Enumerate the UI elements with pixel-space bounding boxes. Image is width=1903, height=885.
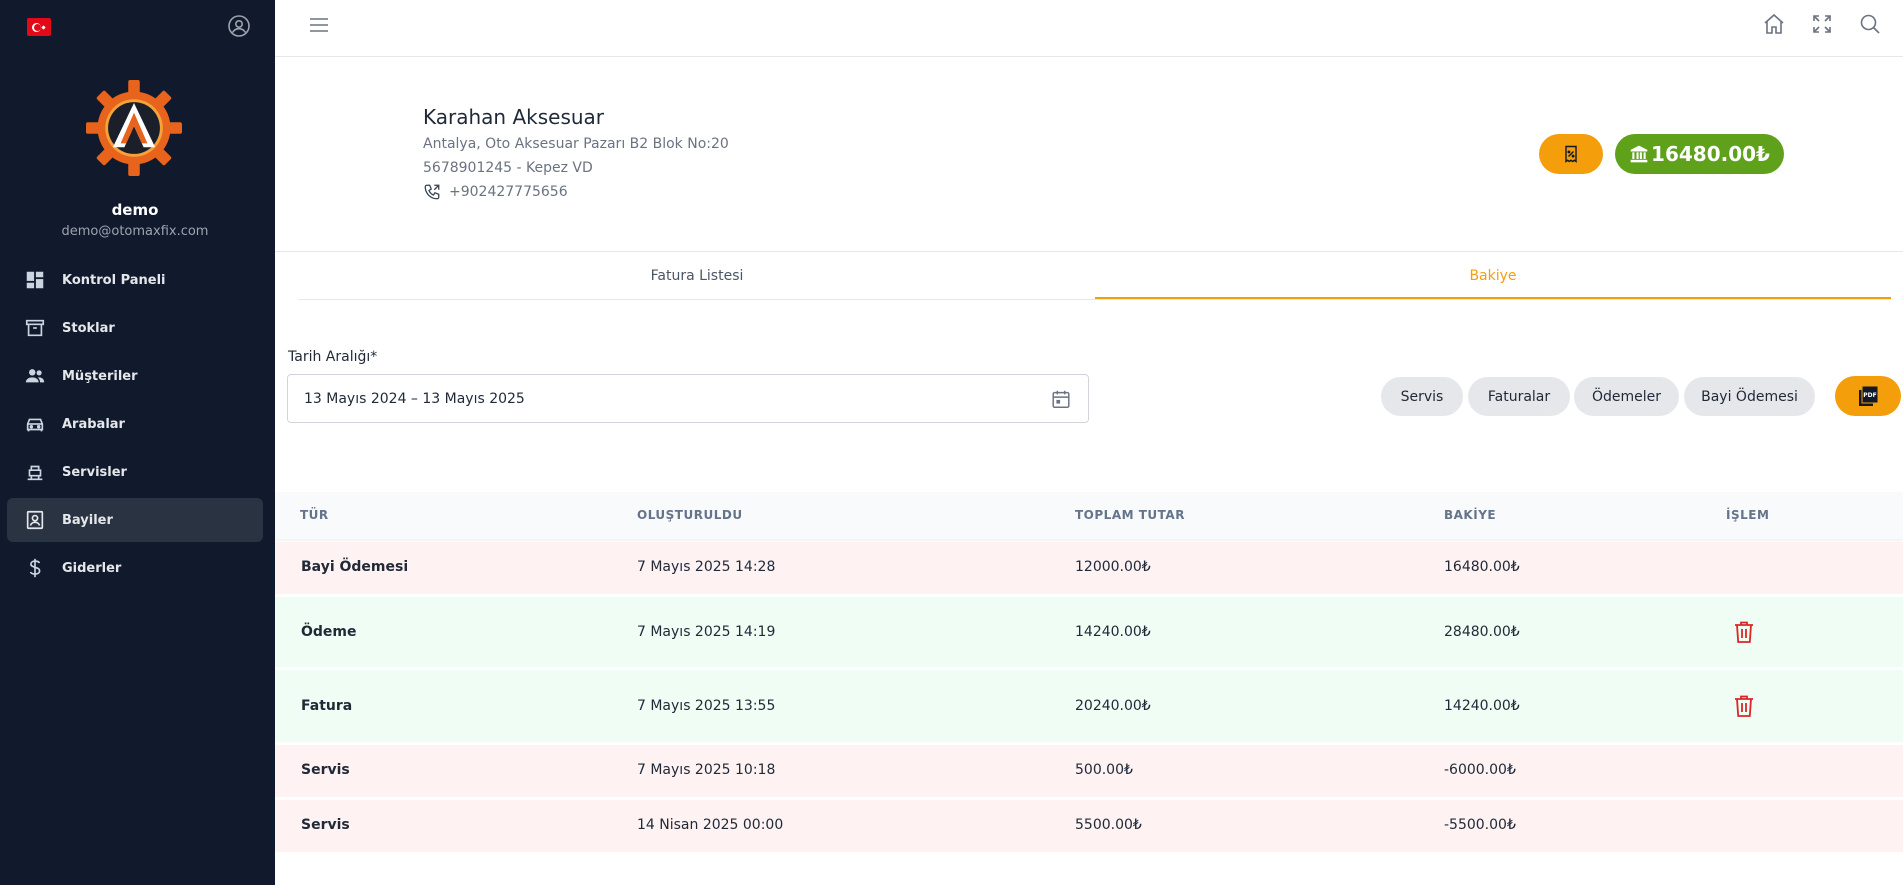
column-header-action: İŞLEM bbox=[1726, 508, 1770, 522]
sidebar-item-label: Stoklar bbox=[62, 320, 115, 336]
filter-chip-invoices[interactable]: Faturalar bbox=[1468, 377, 1570, 416]
row-balance: 16480.00₺ bbox=[1444, 559, 1520, 575]
table-row: Servis 7 Mayıs 2025 10:18 500.00₺ -6000.… bbox=[275, 745, 1903, 797]
top-bar bbox=[275, 0, 1903, 57]
pdf-export-button[interactable]: PDF bbox=[1835, 376, 1901, 416]
sidebar-item-dashboard[interactable]: Kontrol Paneli bbox=[7, 258, 263, 302]
receipt-button[interactable] bbox=[1539, 134, 1603, 174]
sidebar-item-expenses[interactable]: Giderler bbox=[7, 546, 263, 590]
dealer-header: Karahan Aksesuar Antalya, Oto Aksesuar P… bbox=[275, 57, 1903, 252]
row-created: 14 Nisan 2025 00:00 bbox=[637, 817, 784, 833]
table-header: TÜR OLUŞTURULDU TOPLAM TUTAR BAKİYE İŞLE… bbox=[275, 492, 1903, 539]
row-total: 5500.00₺ bbox=[1075, 817, 1142, 833]
service-icon bbox=[24, 461, 46, 483]
fullscreen-icon[interactable] bbox=[1810, 12, 1834, 36]
sidebar-item-customers[interactable]: Müşteriler bbox=[7, 354, 263, 398]
sidebar: demo demo@otomaxfix.com Kontrol Paneli S… bbox=[0, 0, 275, 885]
filter-chip-service[interactable]: Servis bbox=[1381, 377, 1463, 416]
svg-text:PDF: PDF bbox=[1863, 392, 1876, 399]
home-icon[interactable] bbox=[1762, 12, 1786, 36]
dealer-address: Antalya, Oto Aksesuar Pazarı B2 Blok No:… bbox=[423, 136, 729, 152]
row-total: 12000.00₺ bbox=[1075, 559, 1151, 575]
tab-balance[interactable]: Bakiye bbox=[1095, 258, 1891, 299]
car-icon bbox=[24, 413, 46, 435]
column-header-type: TÜR bbox=[300, 508, 329, 522]
table-row: Fatura 7 Mayıs 2025 13:55 20240.00₺ 1424… bbox=[275, 670, 1903, 742]
row-type: Servis bbox=[301, 817, 350, 833]
row-created: 7 Mayıs 2025 14:28 bbox=[637, 559, 776, 575]
phone-icon bbox=[424, 184, 440, 200]
contact-card-icon bbox=[24, 509, 46, 531]
row-balance: -5500.00₺ bbox=[1444, 817, 1516, 833]
row-created: 7 Mayıs 2025 13:55 bbox=[637, 698, 776, 714]
sidebar-item-label: Bayiler bbox=[62, 512, 113, 528]
sidebar-nav: Kontrol Paneli Stoklar Müşteriler Arabal… bbox=[7, 258, 263, 594]
archive-icon bbox=[24, 317, 46, 339]
dollar-icon bbox=[24, 557, 46, 579]
column-header-total: TOPLAM TUTAR bbox=[1075, 508, 1185, 522]
dealer-phone: +902427775656 bbox=[423, 183, 568, 201]
sidebar-item-label: Giderler bbox=[62, 560, 122, 576]
user-name: demo bbox=[111, 201, 159, 219]
delete-icon[interactable] bbox=[1733, 620, 1755, 644]
calendar-icon[interactable] bbox=[1050, 388, 1072, 410]
date-range-label: Tarih Aralığı* bbox=[288, 349, 378, 365]
user-account-icon[interactable] bbox=[227, 14, 251, 38]
dealer-phone-number: +902427775656 bbox=[449, 184, 568, 200]
tab-invoice-list[interactable]: Fatura Listesi bbox=[299, 258, 1095, 299]
date-range-input[interactable]: 13 Mayıs 2024 – 13 Mayıs 2025 bbox=[287, 374, 1089, 423]
date-range-value: 13 Mayıs 2024 – 13 Mayıs 2025 bbox=[304, 390, 525, 407]
table-row: Servis 14 Nisan 2025 00:00 5500.00₺ -550… bbox=[275, 800, 1903, 852]
sidebar-item-label: Arabalar bbox=[62, 416, 125, 432]
column-header-created: OLUŞTURULDU bbox=[637, 508, 743, 522]
app-logo bbox=[86, 80, 182, 176]
balance-amount: 16480.00₺ bbox=[1651, 142, 1770, 166]
dashboard-icon bbox=[24, 269, 46, 291]
table-row: Bayi Ödemesi 7 Mayıs 2025 14:28 12000.00… bbox=[275, 542, 1903, 594]
balance-button[interactable]: 16480.00₺ bbox=[1615, 134, 1784, 174]
row-type: Bayi Ödemesi bbox=[301, 559, 409, 575]
sidebar-item-dealers[interactable]: Bayiler bbox=[7, 498, 263, 542]
row-created: 7 Mayıs 2025 14:19 bbox=[637, 624, 776, 640]
sidebar-item-label: Kontrol Paneli bbox=[62, 272, 166, 288]
crescent-shape bbox=[31, 22, 41, 32]
filter-chip-payments[interactable]: Ödemeler bbox=[1574, 377, 1679, 416]
row-type: Servis bbox=[301, 762, 350, 778]
receipt-icon bbox=[1565, 145, 1577, 163]
dealer-tax-info: 5678901245 - Kepez VD bbox=[423, 160, 593, 176]
row-type: Ödeme bbox=[301, 624, 357, 640]
row-balance: 28480.00₺ bbox=[1444, 624, 1520, 640]
row-total: 14240.00₺ bbox=[1075, 624, 1151, 640]
user-email: demo@otomaxfix.com bbox=[61, 224, 209, 239]
row-total: 20240.00₺ bbox=[1075, 698, 1151, 714]
tab-bar: Fatura Listesi Bakiye bbox=[299, 258, 1891, 300]
sidebar-item-services[interactable]: Servisler bbox=[7, 450, 263, 494]
sidebar-item-label: Müşteriler bbox=[62, 368, 138, 384]
sidebar-item-cars[interactable]: Arabalar bbox=[7, 402, 263, 446]
row-created: 7 Mayıs 2025 10:18 bbox=[637, 762, 776, 778]
users-icon bbox=[24, 365, 46, 387]
sidebar-item-label: Servisler bbox=[62, 464, 127, 480]
row-type: Fatura bbox=[301, 698, 353, 714]
search-icon[interactable] bbox=[1858, 12, 1882, 36]
star-shape bbox=[40, 24, 46, 30]
bank-icon bbox=[1630, 145, 1648, 163]
turkish-flag-icon[interactable] bbox=[27, 18, 51, 36]
column-header-balance: BAKİYE bbox=[1444, 508, 1497, 522]
table-row: Ödeme 7 Mayıs 2025 14:19 14240.00₺ 28480… bbox=[275, 597, 1903, 667]
hamburger-menu-icon[interactable] bbox=[308, 14, 330, 36]
row-balance: 14240.00₺ bbox=[1444, 698, 1520, 714]
row-balance: -6000.00₺ bbox=[1444, 762, 1516, 778]
row-total: 500.00₺ bbox=[1075, 762, 1133, 778]
dealer-name: Karahan Aksesuar bbox=[423, 105, 605, 129]
pdf-icon: PDF bbox=[1859, 385, 1879, 406]
sidebar-item-stocks[interactable]: Stoklar bbox=[7, 306, 263, 350]
delete-icon[interactable] bbox=[1733, 694, 1755, 718]
filter-chip-dealer-payment[interactable]: Bayi Ödemesi bbox=[1684, 377, 1815, 416]
